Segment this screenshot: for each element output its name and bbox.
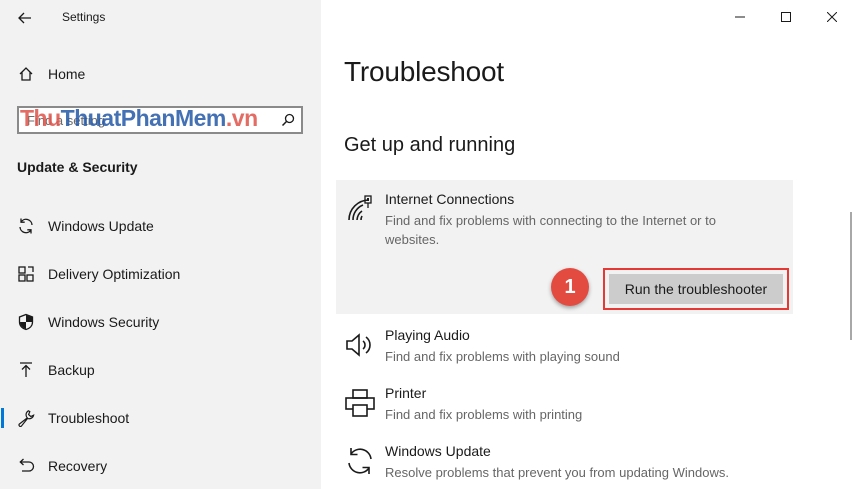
sidebar-item-label: Windows Update xyxy=(48,218,154,234)
sidebar-item-delivery-optimization[interactable]: Delivery Optimization xyxy=(0,254,321,294)
back-button[interactable] xyxy=(8,5,42,31)
vertical-scrollbar[interactable] xyxy=(850,212,852,340)
wifi-icon xyxy=(344,193,376,225)
sidebar-item-recovery[interactable]: Recovery xyxy=(0,446,321,486)
sidebar-item-windows-update[interactable]: Windows Update xyxy=(0,206,321,246)
home-icon xyxy=(16,64,36,84)
troubleshooter-title: Windows Update xyxy=(385,443,491,459)
run-troubleshooter-button[interactable]: Run the troubleshooter xyxy=(609,274,783,304)
troubleshooter-windows-update[interactable]: Windows Update Resolve problems that pre… xyxy=(336,443,793,487)
close-button[interactable] xyxy=(809,0,855,34)
troubleshooter-description: Find and fix problems with printing xyxy=(385,407,583,422)
troubleshooter-title: Printer xyxy=(385,385,427,401)
search-icon[interactable] xyxy=(281,113,295,127)
sync-icon xyxy=(16,216,36,236)
sidebar-item-label: Troubleshoot xyxy=(48,410,130,426)
close-icon xyxy=(827,12,837,22)
maximize-icon xyxy=(781,12,791,22)
minimize-button[interactable] xyxy=(717,0,763,34)
wrench-icon xyxy=(16,408,36,428)
troubleshooter-description: Find and fix problems with connecting to… xyxy=(385,213,716,247)
minimize-icon xyxy=(735,16,745,18)
sidebar-item-label: Delivery Optimization xyxy=(48,266,181,282)
troubleshooter-description: Resolve problems that prevent you from u… xyxy=(385,465,729,480)
step-badge: 1 xyxy=(551,268,589,306)
sidebar-item-windows-security[interactable]: Windows Security xyxy=(0,302,321,342)
troubleshooter-title: Playing Audio xyxy=(385,327,470,343)
printer-icon xyxy=(344,387,376,419)
search-box[interactable] xyxy=(17,106,303,134)
troubleshooter-playing-audio[interactable]: Playing Audio Find and fix problems with… xyxy=(336,327,793,371)
page-title: Troubleshoot xyxy=(344,56,504,87)
nav-home-label: Home xyxy=(48,66,86,82)
delivery-optimization-icon xyxy=(16,264,36,284)
sidebar-item-label: Backup xyxy=(48,362,95,378)
app-title: Settings xyxy=(62,10,106,24)
troubleshooter-internet-connections[interactable]: Internet Connections Find and fix proble… xyxy=(336,191,793,261)
sidebar: Settings Home ThuThuatPhanMem.vn Update … xyxy=(0,0,321,489)
troubleshooter-printer[interactable]: Printer Find and fix problems with print… xyxy=(336,385,793,429)
backup-arrow-icon xyxy=(16,360,36,380)
troubleshooter-title: Internet Connections xyxy=(385,191,515,207)
maximize-button[interactable] xyxy=(763,0,809,34)
section-heading: Update & Security xyxy=(17,159,138,175)
sidebar-item-label: Windows Security xyxy=(48,314,160,330)
sync-icon xyxy=(344,445,376,477)
nav-home[interactable]: Home xyxy=(0,54,321,94)
shield-icon xyxy=(16,312,36,332)
troubleshooter-description: Find and fix problems with playing sound xyxy=(385,349,620,364)
recovery-icon xyxy=(16,456,36,476)
section-title: Get up and running xyxy=(344,134,516,156)
sidebar-item-label: Recovery xyxy=(48,458,108,474)
search-input[interactable] xyxy=(27,112,277,128)
sidebar-item-troubleshoot[interactable]: Troubleshoot xyxy=(0,398,321,438)
speaker-icon xyxy=(344,329,376,361)
sidebar-item-backup[interactable]: Backup xyxy=(0,350,321,390)
back-arrow-icon xyxy=(18,12,31,24)
